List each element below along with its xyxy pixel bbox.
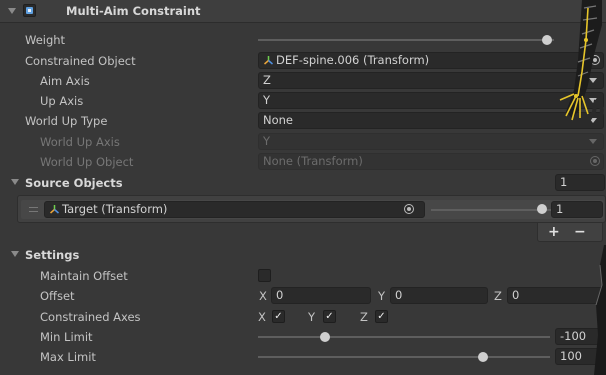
- settings-label: Settings: [25, 248, 80, 262]
- maintain-offset-label: Maintain Offset: [40, 269, 128, 283]
- source-objects-list: Target (Transform) 1: [17, 195, 606, 223]
- object-picker-icon[interactable]: [590, 55, 600, 65]
- world-up-axis-dropdown: Y: [258, 133, 604, 150]
- dropdown-arrow-icon: [589, 139, 597, 144]
- world-up-object-row: World Up Object None (Transform): [0, 152, 606, 172]
- up-axis-row: Up Axis Y: [0, 91, 606, 111]
- world-up-axis-value: Y: [263, 134, 271, 148]
- max-limit-slider-track[interactable]: [258, 356, 550, 358]
- offset-row: Offset X 0 Y 0 Z 0: [0, 286, 606, 306]
- settings-header[interactable]: Settings: [0, 245, 606, 265]
- axis-x-checkbox[interactable]: ✓: [272, 310, 285, 323]
- source-weight-slider-handle[interactable]: [537, 204, 547, 214]
- world-up-axis-label: World Up Axis: [40, 135, 120, 149]
- axis-y-label: Y: [308, 310, 316, 324]
- world-up-type-row: World Up Type None: [0, 111, 606, 131]
- source-object-name: Target (Transform): [62, 202, 168, 216]
- object-picker-icon[interactable]: [404, 204, 414, 214]
- aim-axis-dropdown[interactable]: Z: [258, 72, 604, 89]
- weight-row: Weight: [0, 30, 606, 50]
- aim-axis-label: Aim Axis: [40, 74, 90, 88]
- weight-label: Weight: [25, 33, 66, 47]
- aim-axis-value: Z: [263, 73, 271, 87]
- world-up-object-label: World Up Object: [40, 155, 134, 169]
- aim-axis-row: Aim Axis Z: [0, 71, 606, 91]
- axis-z-checkbox[interactable]: ✓: [375, 310, 388, 323]
- source-objects-count[interactable]: 1: [555, 174, 605, 191]
- add-source-button[interactable]: +: [548, 224, 560, 240]
- max-limit-label: Max Limit: [40, 350, 96, 364]
- offset-z-label: Z: [494, 289, 502, 303]
- object-picker-icon: [590, 156, 600, 166]
- dropdown-arrow-icon: [589, 78, 597, 83]
- world-up-object-value: None (Transform): [263, 154, 363, 168]
- world-up-object-field: None (Transform): [258, 153, 604, 170]
- transform-icon: [50, 205, 59, 214]
- min-limit-label: Min Limit: [40, 330, 93, 344]
- offset-label: Offset: [40, 289, 75, 303]
- world-up-axis-row: World Up Axis Y: [0, 132, 606, 152]
- min-limit-slider-track[interactable]: [258, 336, 550, 338]
- maintain-offset-checkbox[interactable]: [258, 269, 271, 282]
- offset-y-field[interactable]: 0: [390, 287, 488, 304]
- constrained-axes-row: Constrained Axes X ✓ Y ✓ Z ✓: [0, 307, 606, 327]
- remove-source-button[interactable]: −: [574, 224, 586, 240]
- source-object-field[interactable]: Target (Transform): [44, 201, 425, 218]
- offset-z-field[interactable]: 0: [507, 287, 606, 304]
- min-limit-slider-handle[interactable]: [320, 332, 330, 342]
- max-limit-row: Max Limit 100: [0, 347, 606, 367]
- transform-icon: [264, 56, 273, 65]
- component-title: Multi-Aim Constraint: [66, 4, 201, 18]
- component-header: Multi-Aim Constraint ⋮: [0, 0, 606, 23]
- drag-handle-icon[interactable]: [29, 207, 38, 212]
- up-axis-label: Up Axis: [40, 94, 84, 108]
- constrained-object-field[interactable]: DEF-spine.006 (Transform): [258, 52, 604, 69]
- component-icon: [26, 7, 33, 14]
- up-axis-value: Y: [263, 93, 271, 107]
- constrained-axes-label: Constrained Axes: [40, 310, 141, 324]
- constrained-object-value: DEF-spine.006 (Transform): [276, 53, 430, 67]
- list-footer: + −: [537, 223, 603, 242]
- up-axis-dropdown[interactable]: Y: [258, 92, 604, 109]
- max-limit-slider-handle[interactable]: [478, 352, 488, 362]
- axis-y-checkbox[interactable]: ✓: [323, 310, 336, 323]
- constrained-object-label: Constrained Object: [25, 54, 136, 68]
- min-limit-row: Min Limit -100: [0, 327, 606, 347]
- min-limit-field[interactable]: -100: [555, 328, 606, 345]
- constrained-object-row: Constrained Object DEF-spine.006 (Transf…: [0, 51, 606, 71]
- maintain-offset-row: Maintain Offset: [0, 266, 606, 286]
- world-up-type-label: World Up Type: [25, 114, 108, 128]
- source-object-item: Target (Transform) 1: [21, 200, 604, 219]
- max-limit-field[interactable]: 100: [555, 348, 606, 365]
- source-objects-foldout-arrow[interactable]: [11, 179, 19, 185]
- header-foldout-arrow[interactable]: [8, 8, 16, 14]
- world-up-type-value: None: [263, 113, 294, 127]
- component-menu-icon[interactable]: ⋮: [591, 3, 604, 17]
- source-objects-label: Source Objects: [25, 176, 123, 190]
- offset-y-label: Y: [378, 289, 386, 303]
- source-weight-value[interactable]: 1: [551, 201, 603, 218]
- source-objects-header[interactable]: Source Objects 1: [0, 173, 606, 193]
- offset-x-label: X: [259, 289, 267, 303]
- weight-slider-handle[interactable]: [542, 35, 552, 45]
- axis-z-label: Z: [360, 310, 368, 324]
- weight-slider-track[interactable]: [258, 39, 554, 41]
- dropdown-arrow-icon: [589, 118, 597, 123]
- settings-foldout-arrow[interactable]: [11, 251, 19, 257]
- axis-x-label: X: [258, 310, 266, 324]
- enable-checkbox[interactable]: [23, 4, 36, 17]
- dropdown-arrow-icon: [589, 98, 597, 103]
- world-up-type-dropdown[interactable]: None: [258, 112, 604, 129]
- offset-x-field[interactable]: 0: [271, 287, 371, 304]
